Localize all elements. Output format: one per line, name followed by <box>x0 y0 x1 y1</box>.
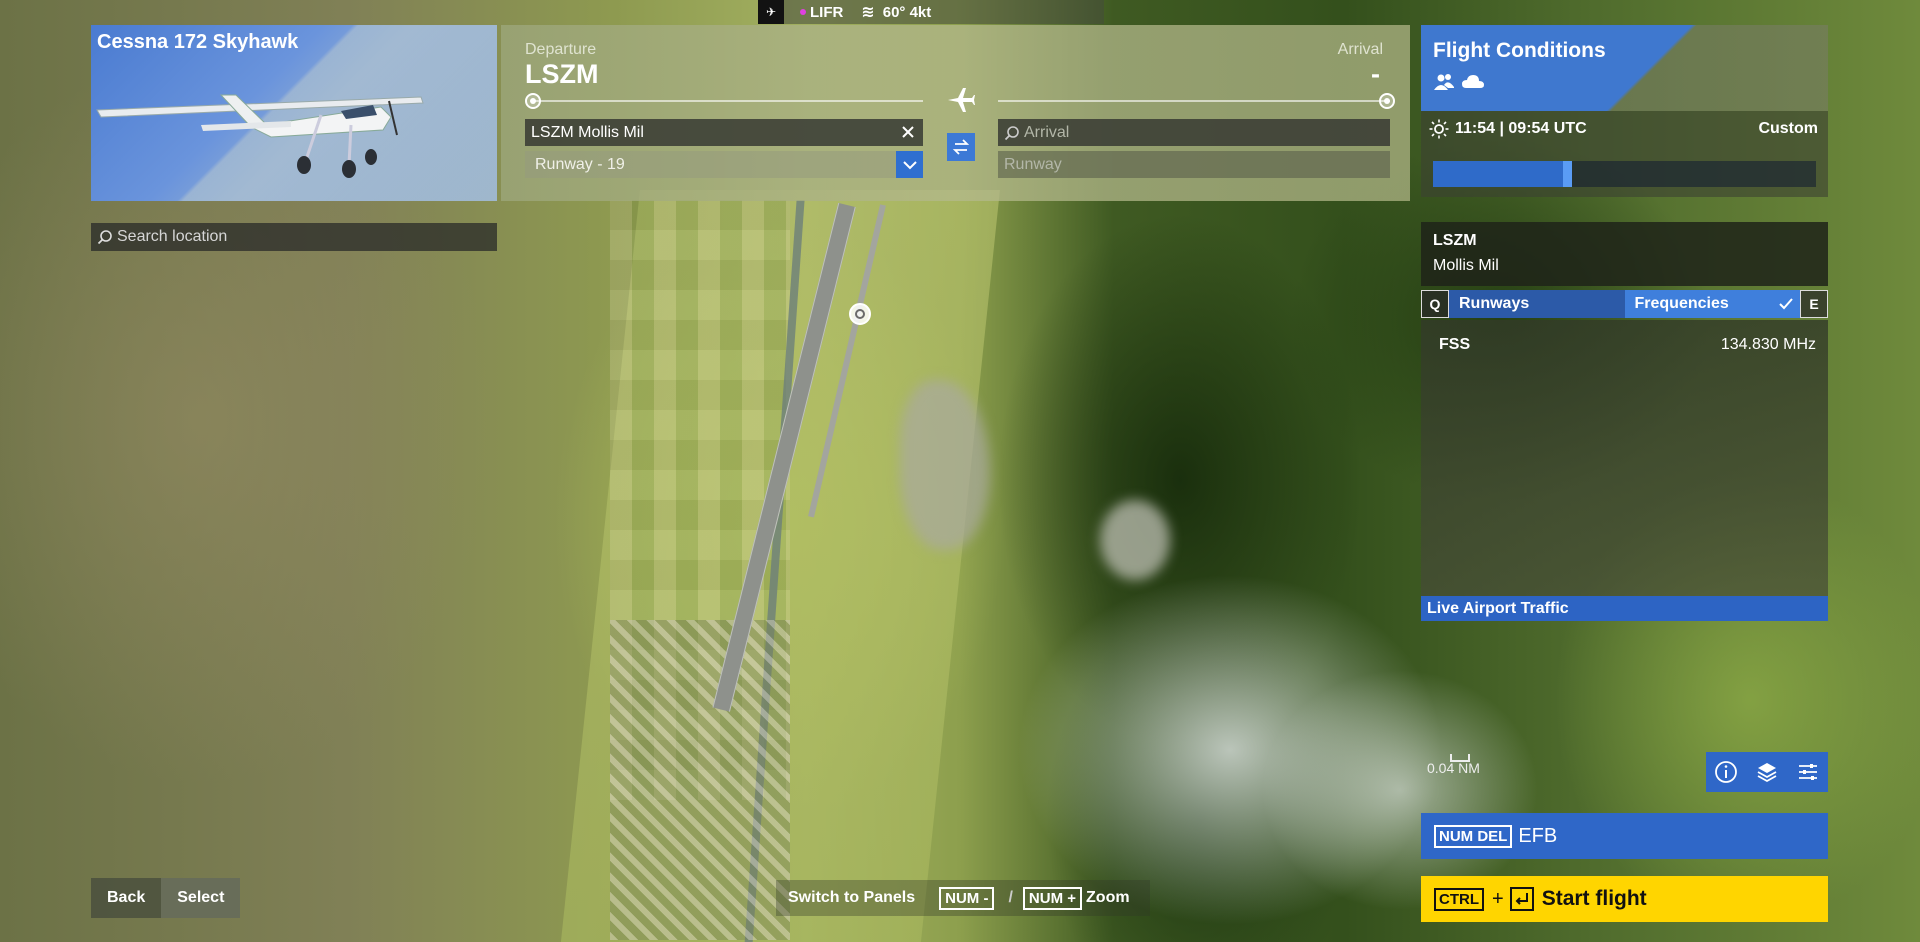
time-label: 11:54 | 09:54 UTC <box>1455 120 1587 137</box>
swap-icon <box>952 139 970 155</box>
frequency-value: 134.830 MHz <box>1720 336 1816 353</box>
efb-keycap: NUM DEL <box>1434 824 1513 848</box>
num-minus-keycap: NUM - <box>939 886 995 910</box>
time-of-day-slider[interactable] <box>1433 161 1816 187</box>
map-toolbar <box>1706 752 1828 792</box>
live-traffic-label: Live Airport Traffic <box>1427 599 1569 617</box>
plane-icon <box>948 88 975 112</box>
clear-icon[interactable] <box>899 123 917 141</box>
tab-frequencies[interactable]: Frequencies <box>1624 290 1800 318</box>
plus-sign: + <box>1492 887 1504 910</box>
conditions-preset: Custom <box>1758 120 1818 137</box>
ctrl-keycap: CTRL <box>1434 887 1484 911</box>
time-panel: 11:54 | 09:54 UTC Custom <box>1421 111 1828 197</box>
route-panel: Departure LSZM Arrival - LSZM Mollis Mil… <box>501 25 1410 201</box>
arrival-node-icon <box>1379 93 1395 109</box>
departure-runway-value: Runway - 19 <box>535 155 625 173</box>
search-icon <box>97 230 112 245</box>
flight-conditions-header[interactable]: Flight Conditions <box>1421 25 1828 111</box>
control-hints: Switch to Panels NUM - / NUM + Zoom <box>776 880 1150 916</box>
departure-runway-select[interactable]: Runway - 19 <box>525 151 923 178</box>
back-button[interactable]: Back <box>91 878 161 918</box>
weather-strip: ✈ LIFR ≋ 60° 4kt <box>758 0 1104 24</box>
select-button[interactable]: Select <box>161 878 241 918</box>
aircraft-name: Cessna 172 Skyhawk <box>97 31 299 53</box>
info-button[interactable] <box>1713 759 1739 785</box>
arrival-runway-placeholder: Runway <box>1004 155 1062 173</box>
aircraft-card[interactable]: Cessna 172 Skyhawk <box>91 25 497 201</box>
frequency-name: FSS <box>1439 336 1471 353</box>
slider-fill <box>1433 161 1564 187</box>
layers-icon <box>1757 763 1777 783</box>
swap-route-button[interactable] <box>947 133 975 161</box>
departure-code: LSZM <box>525 59 599 89</box>
live-airport-traffic-button[interactable]: Live Airport Traffic <box>1421 596 1828 621</box>
departure-node-icon <box>525 93 541 109</box>
frequency-row: FSS 134.830 MHz <box>1439 336 1816 354</box>
cloud-icon <box>1462 75 1484 88</box>
departure-airport-value: LSZM Mollis Mil <box>531 123 644 141</box>
map-town <box>610 620 790 940</box>
plane-icon: ✈ <box>758 0 784 24</box>
start-flight-label: Start flight <box>1541 887 1647 910</box>
tab-frequencies-label: Frequencies <box>1634 295 1729 312</box>
airport-name: Mollis Mil <box>1433 257 1499 274</box>
layers-button[interactable] <box>1754 759 1780 785</box>
sun-icon <box>1429 119 1449 139</box>
airport-info: LSZM Mollis Mil <box>1421 222 1828 286</box>
search-location-input[interactable]: Search location <box>91 223 497 251</box>
arrival-line <box>998 100 1390 102</box>
check-icon <box>1779 298 1793 310</box>
map-settings-button[interactable] <box>1795 759 1821 785</box>
flight-conditions-title: Flight Conditions <box>1433 39 1606 62</box>
flight-rule-label: LIFR <box>810 3 844 21</box>
wind-label: 60° 4kt <box>882 3 932 21</box>
tab-prev-key[interactable]: Q <box>1421 290 1449 318</box>
tab-runways[interactable]: Runways <box>1449 290 1625 318</box>
aircraft-image <box>96 94 424 178</box>
arrival-label: Arrival <box>1337 41 1383 58</box>
zoom-hint[interactable]: NUM - / NUM + Zoom <box>939 886 1130 910</box>
airport-tabs: Q Runways Frequencies E <box>1421 290 1828 318</box>
tab-runways-label: Runways <box>1459 295 1530 312</box>
sliders-icon <box>1798 764 1817 780</box>
search-placeholder: Search location <box>117 228 228 245</box>
efb-button[interactable]: NUM DEL EFB <box>1421 813 1828 859</box>
num-plus-keycap: NUM + <box>1022 886 1083 910</box>
arrival-placeholder: Arrival <box>1024 123 1070 141</box>
airport-icao: LSZM <box>1433 232 1477 249</box>
back-select-bar: Back Select <box>91 878 241 918</box>
wind-icon: ≋ <box>861 4 875 21</box>
tab-next-key[interactable]: E <box>1800 290 1828 318</box>
departure-label: Departure <box>525 41 597 58</box>
frequencies-panel: FSS 134.830 MHz <box>1421 320 1828 596</box>
efb-label: EFB <box>1518 824 1558 847</box>
chevron-down-icon[interactable] <box>896 151 923 178</box>
multiplayer-icon <box>1434 74 1454 90</box>
departure-airport-field[interactable]: LSZM Mollis Mil <box>525 119 923 146</box>
start-flight-button[interactable]: CTRL + Start flight <box>1421 876 1828 922</box>
departure-line <box>531 100 923 102</box>
flight-rule-dot-icon <box>800 9 806 15</box>
switch-panels-label: Switch to Panels <box>788 889 916 906</box>
zoom-label: Zoom <box>1086 889 1130 906</box>
map-scale-label: 0.04 NM <box>1427 760 1480 776</box>
enter-key-icon <box>1509 887 1534 911</box>
switch-panels-hint[interactable]: Switch to Panels <box>788 889 915 907</box>
slider-thumb[interactable] <box>1563 161 1573 187</box>
arrival-runway-select[interactable]: Runway <box>998 151 1390 178</box>
search-icon <box>1004 125 1019 140</box>
info-icon <box>1715 761 1738 783</box>
arrival-code: - <box>1371 59 1380 89</box>
arrival-airport-field[interactable]: Arrival <box>998 119 1390 146</box>
slash-separator: / <box>1008 889 1013 906</box>
airport-marker-icon[interactable] <box>849 303 871 325</box>
